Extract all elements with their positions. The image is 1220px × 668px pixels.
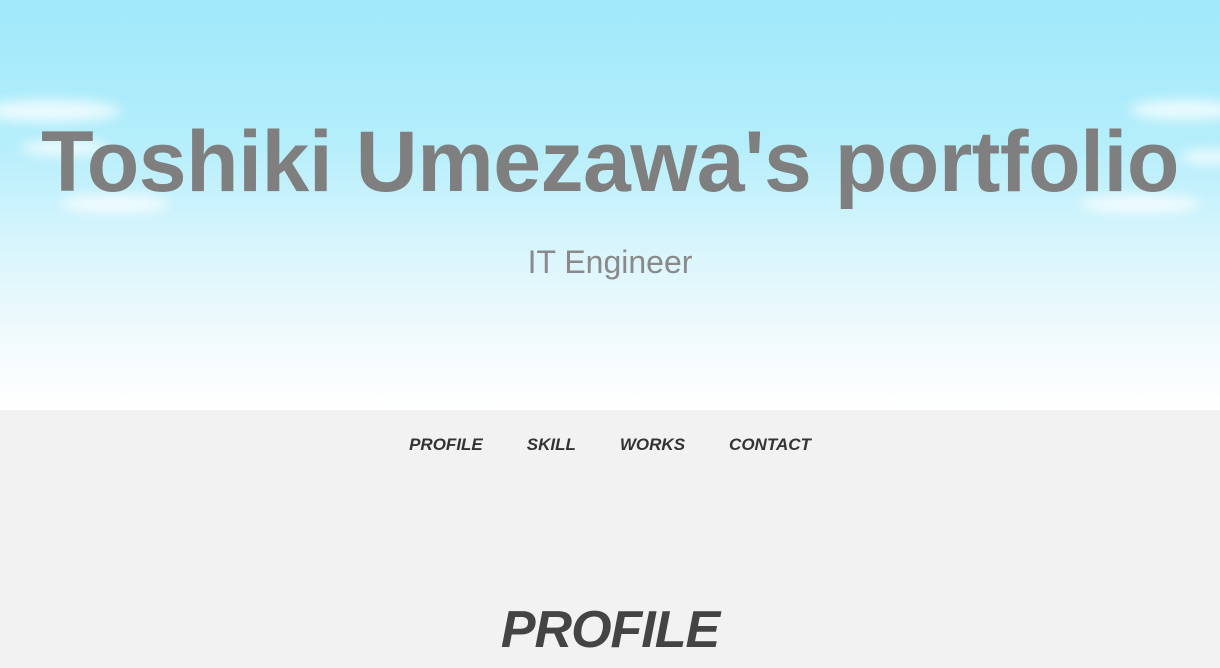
section-title-profile: PROFILE bbox=[500, 601, 720, 659]
nav-link-profile[interactable]: PROFILE bbox=[409, 435, 483, 455]
page-subtitle: IT Engineer bbox=[527, 244, 693, 280]
main-navigation: PROFILE SKILL WORKS CONTACT bbox=[0, 410, 1220, 480]
nav-link-works[interactable]: WORKS bbox=[620, 435, 685, 455]
nav-link-contact[interactable]: CONTACT bbox=[729, 435, 811, 455]
hero-header: Toshiki Umezawa's portfolio IT Engineer bbox=[0, 0, 1220, 410]
nav-link-skill[interactable]: SKILL bbox=[527, 435, 576, 455]
page-title: Toshiki Umezawa's portfolio bbox=[41, 114, 1179, 210]
